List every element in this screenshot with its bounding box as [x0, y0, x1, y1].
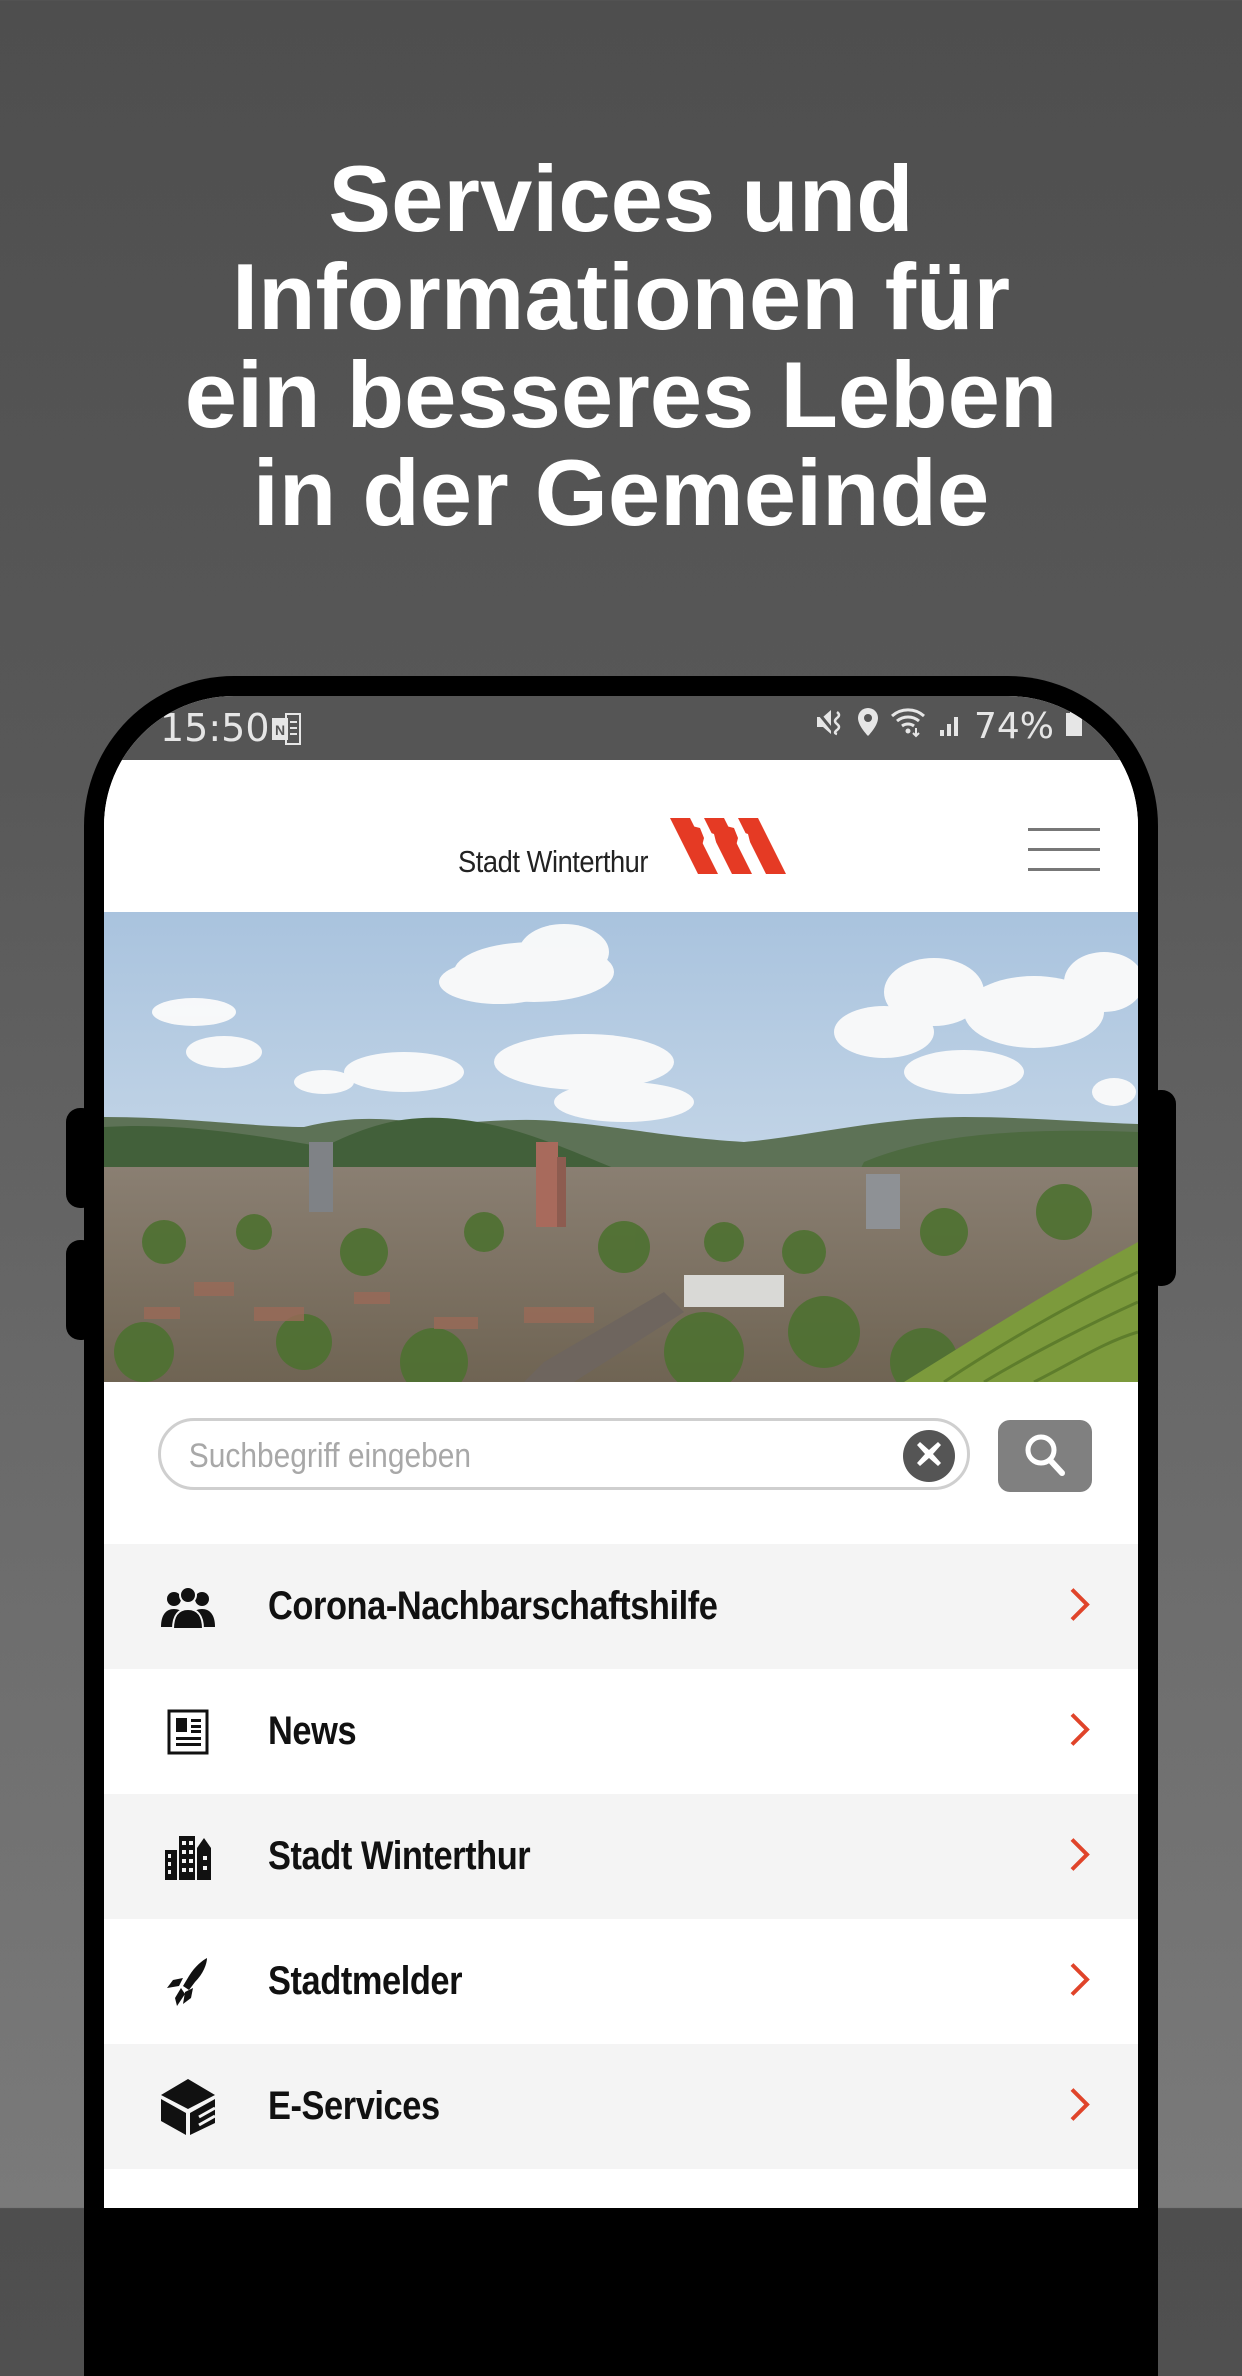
onenote-notification-icon: N — [270, 712, 304, 751]
headline-line: Services und — [328, 146, 914, 251]
battery-icon — [1064, 706, 1084, 747]
menu-item-label: Stadt Winterthur — [268, 1834, 531, 1878]
vibrate-mute-icon — [814, 706, 846, 747]
logo-text: Stadt Winterthur — [458, 844, 649, 879]
hamburger-icon-line — [1028, 828, 1100, 831]
headline-line: in der Gemeinde — [252, 440, 990, 545]
promo-headline: Services und Informationen für ein besse… — [0, 150, 1242, 542]
headline-line: Informationen für — [231, 244, 1011, 349]
location-icon — [856, 706, 880, 747]
people-group-icon — [158, 1577, 218, 1637]
menu-item-stadt-winterthur[interactable]: Stadt Winterthur — [104, 1794, 1138, 1919]
menu-item-e-services[interactable]: E-Services — [104, 2044, 1138, 2169]
winterthur-logo-icon — [670, 818, 796, 881]
chevron-right-icon — [1068, 2086, 1092, 2127]
headline-line: ein besseres Leben — [184, 342, 1058, 447]
phone-power-button — [1146, 1090, 1176, 1286]
city-buildings-icon — [158, 1827, 218, 1887]
clear-x-icon — [914, 1439, 944, 1474]
phone-volume-up-button — [66, 1108, 96, 1208]
hamburger-icon-line — [1028, 848, 1100, 851]
menu-item-label: E-Services — [268, 2084, 440, 2128]
cube-e-icon — [158, 2077, 218, 2137]
magnifier-icon — [1022, 1431, 1068, 1482]
search-field — [158, 1418, 970, 1490]
menu-item-label: Corona-Nachbarschaftshilfe — [268, 1584, 718, 1628]
hamburger-menu-button[interactable] — [1028, 826, 1100, 876]
search-section — [104, 1382, 1138, 1540]
rocket-icon — [158, 1952, 218, 2012]
app-header: Stadt Winterthur — [104, 760, 1138, 913]
wifi-icon — [890, 706, 928, 747]
menu-item-news[interactable]: News — [104, 1669, 1138, 1794]
main-menu-list: Corona-Nachbarschaftshilfe News Stadt Wi… — [104, 1544, 1138, 2208]
svg-text:N: N — [275, 722, 285, 738]
newspaper-icon — [158, 1702, 218, 1762]
menu-item-partial — [104, 2169, 1138, 2208]
phone-screen: 15:50 N 74% Stadt Winterthur Suchbegriff… — [104, 696, 1138, 2208]
phone-volume-down-button — [66, 1240, 96, 1340]
menu-item-stadtmelder[interactable]: Stadtmelder — [104, 1919, 1138, 2044]
chevron-right-icon — [1068, 1961, 1092, 2002]
search-input[interactable] — [187, 1429, 807, 1483]
hamburger-icon-line — [1028, 868, 1100, 871]
chevron-right-icon — [1068, 1586, 1092, 1627]
clear-search-button[interactable] — [903, 1430, 955, 1482]
menu-item-label: Stadtmelder — [268, 1959, 463, 2003]
chevron-right-icon — [1068, 1836, 1092, 1877]
menu-item-corona-nachbarschaftshilfe[interactable]: Corona-Nachbarschaftshilfe — [104, 1544, 1138, 1669]
search-button[interactable] — [998, 1420, 1092, 1492]
signal-icon — [938, 706, 964, 747]
hero-city-image — [104, 912, 1138, 1382]
status-bar: 15:50 N 74% — [104, 696, 1138, 760]
chevron-right-icon — [1068, 1711, 1092, 1752]
menu-item-label: News — [268, 1709, 357, 1753]
battery-percent: 74% — [973, 706, 1054, 747]
status-time: 15:50 — [160, 706, 270, 750]
